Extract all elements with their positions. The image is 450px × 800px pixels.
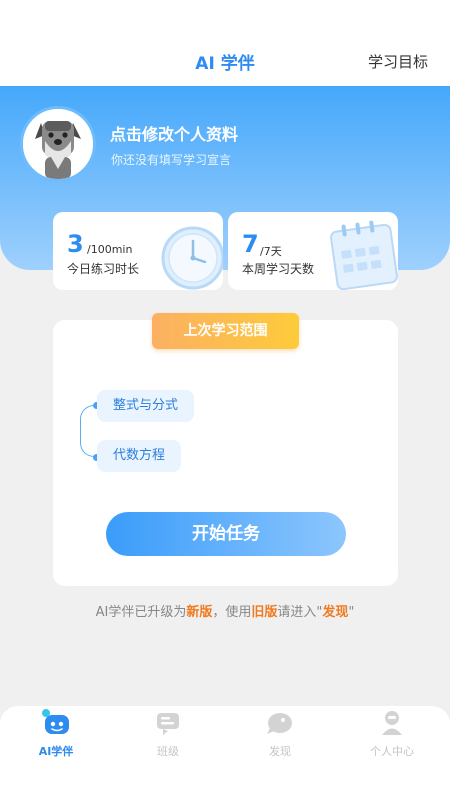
- tab-class[interactable]: 班级: [112, 706, 224, 776]
- calendar-icon: [330, 220, 398, 290]
- start-task-button[interactable]: 开始任务: [106, 512, 346, 556]
- profile-subtitle: 你还没有填写学习宣言: [111, 153, 232, 167]
- notice-text: 请进入": [277, 605, 323, 620]
- dog-avatar-icon: [23, 109, 93, 179]
- weekly-days-unit: /7天: [260, 245, 282, 258]
- today-minutes-unit: /100min: [87, 243, 133, 256]
- today-minutes-label: 今日练习时长: [67, 262, 140, 276]
- last-range-tag: 上次学习范围: [152, 313, 299, 349]
- tab-label: 个人中心: [370, 745, 414, 758]
- notice-text: AI学伴已升级为: [95, 605, 187, 620]
- version-notice: AI学伴已升级为新版，使用旧版请进入"发现": [0, 601, 450, 620]
- study-goal-link[interactable]: 学习目标: [368, 51, 428, 72]
- discover-link[interactable]: 发现: [322, 605, 348, 620]
- today-practice-card[interactable]: 3 /100min 今日练习时长: [53, 212, 223, 290]
- tab-label: AI学伴: [38, 745, 74, 758]
- topic-item[interactable]: 整式与分式: [97, 390, 195, 422]
- notice-text: ": [348, 605, 355, 620]
- tab-ai-companion[interactable]: AI学伴: [0, 706, 112, 776]
- new-version-highlight: 新版: [186, 605, 213, 620]
- clock-icon: [161, 226, 223, 290]
- weekly-days-label: 本周学习天数: [242, 262, 315, 276]
- discover-icon: [267, 713, 292, 734]
- class-icon: [157, 713, 179, 735]
- tab-profile[interactable]: 个人中心: [336, 706, 448, 776]
- notice-text: ，使用: [212, 605, 252, 620]
- weekly-days-card[interactable]: 7 /7天 本周学习天数: [228, 212, 398, 290]
- person-icon: [382, 711, 402, 735]
- edit-profile-link[interactable]: 点击修改个人资料: [110, 121, 238, 145]
- today-minutes-value: 3: [67, 230, 84, 258]
- topic-item[interactable]: 代数方程: [97, 440, 182, 472]
- tab-label: 班级: [157, 745, 179, 758]
- bottom-tab-bar: AI学伴 班级 发现 个人中心: [0, 706, 450, 800]
- tab-discover[interactable]: 发现: [224, 706, 336, 776]
- top-bar: AI 学伴 学习目标: [0, 0, 450, 86]
- tab-label: 发现: [269, 745, 291, 758]
- old-version-highlight: 旧版: [251, 605, 278, 620]
- topic-tree-line: [80, 405, 98, 457]
- weekly-days-value: 7: [242, 230, 259, 258]
- avatar[interactable]: [20, 106, 96, 182]
- robot-icon: [42, 709, 69, 734]
